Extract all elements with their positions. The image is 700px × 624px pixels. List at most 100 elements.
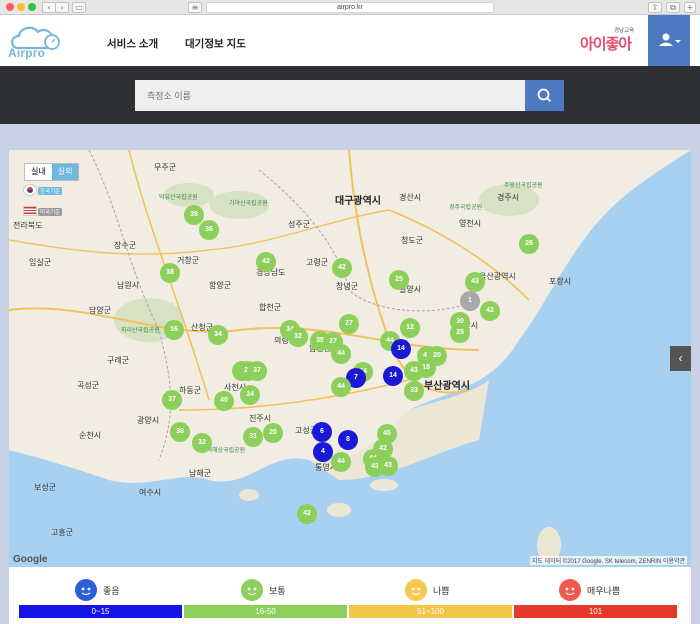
reader-icon[interactable]: ≡ xyxy=(188,2,202,13)
station-marker[interactable]: 42 xyxy=(332,258,352,278)
good-face-icon xyxy=(75,579,97,601)
station-marker[interactable]: 37 xyxy=(247,361,267,381)
search-band xyxy=(0,66,700,124)
station-marker[interactable]: 20 xyxy=(263,423,283,443)
city-label: 경주시 xyxy=(497,193,520,202)
map-attribution[interactable]: 지도 데이터 ©2017 Google, SK telecom, ZENRIN … xyxy=(529,556,687,565)
tab-outdoor[interactable]: 실외 xyxy=(51,164,79,180)
air-quality-map[interactable]: 대구광역시 부산광역시 울산광역시 경상남도 전라북도 창녕군 경산시 경주시 청도군 밀양시 무주… xyxy=(9,150,691,567)
tab-indoor[interactable]: 실내 xyxy=(25,164,52,180)
station-marker[interactable]: 38 xyxy=(170,422,190,442)
station-marker[interactable]: 25 xyxy=(389,270,409,290)
legend-label: 보통 xyxy=(269,586,286,596)
city-label: 고령군 xyxy=(306,258,329,267)
station-marker[interactable]: 42 xyxy=(480,301,500,321)
city-label: 광양시 xyxy=(137,416,160,425)
city-label: 담양군 xyxy=(89,306,112,315)
station-marker[interactable]: 32 xyxy=(192,433,212,453)
legend-very-bad: 매우나쁨 xyxy=(559,579,700,601)
station-marker[interactable]: 6 xyxy=(312,422,332,442)
city-label: 순천시 xyxy=(79,431,102,440)
city-label: 포항시 xyxy=(549,277,572,286)
city-label: 전라북도 xyxy=(13,221,43,230)
station-marker[interactable]: 16 xyxy=(164,320,184,340)
bad-face-icon xyxy=(405,579,427,601)
legend-label: 좋음 xyxy=(103,586,120,596)
legend-label: 나쁨 xyxy=(433,586,450,596)
back-icon[interactable]: ‹ xyxy=(42,2,56,13)
city-label: 진주시 xyxy=(249,414,272,423)
station-marker[interactable]: 44 xyxy=(331,377,351,397)
station-marker[interactable]: 44 xyxy=(331,344,351,364)
range-bar-good: 0~15 xyxy=(19,605,182,618)
station-marker[interactable]: 43 xyxy=(378,456,398,476)
station-marker[interactable]: 33 xyxy=(404,381,424,401)
range-bar-bad: 51~100 xyxy=(349,605,512,618)
station-marker[interactable]: 37 xyxy=(162,390,182,410)
close-window-icon[interactable] xyxy=(6,3,14,11)
city-label: 경산시 xyxy=(399,193,422,202)
sidebar-icon[interactable]: ▭ xyxy=(72,2,86,13)
city-label: 부산광역시 xyxy=(424,381,470,392)
user-menu-button[interactable] xyxy=(648,15,690,66)
legend-good: 좋음 xyxy=(75,579,235,601)
usa-standard-badge[interactable]: 미국기준 xyxy=(38,208,63,216)
station-marker[interactable]: 26 xyxy=(519,234,539,254)
korea-standard-badge[interactable]: 한국기준 xyxy=(38,187,63,195)
indoor-outdoor-toggle: 실내 실외 xyxy=(24,163,80,181)
share-icon[interactable]: ⇧ xyxy=(648,2,662,13)
city-label: 무주군 xyxy=(154,163,177,172)
range-bar-very-bad: 101 xyxy=(514,605,677,618)
station-marker[interactable]: 4 xyxy=(313,442,333,462)
park-label: 경주국립공원 xyxy=(449,205,483,211)
city-label: 곡성군 xyxy=(77,381,100,390)
zoom-window-icon[interactable] xyxy=(28,3,36,11)
city-label: 합천군 xyxy=(259,303,282,312)
google-logo[interactable]: Google xyxy=(13,554,47,565)
station-marker[interactable]: 12 xyxy=(400,318,420,338)
korea-flag-icon[interactable] xyxy=(23,184,37,196)
station-marker[interactable]: 43 xyxy=(465,272,485,292)
park-label: 덕유산국립공원 xyxy=(159,195,198,201)
new-tab-icon[interactable]: + xyxy=(684,2,696,13)
city-label: 고흥군 xyxy=(51,528,74,537)
city-label: 남해군 xyxy=(189,469,212,478)
station-marker[interactable]: 42 xyxy=(256,252,276,272)
nav-service-intro[interactable]: 서비스 소개 xyxy=(107,36,158,51)
station-marker[interactable]: 31 xyxy=(243,427,263,447)
city-label: 영천시 xyxy=(459,219,482,228)
station-marker[interactable]: 43 xyxy=(404,361,424,381)
city-label: 구례군 xyxy=(107,356,130,365)
station-marker[interactable]: 1 xyxy=(460,291,480,311)
station-marker[interactable]: 14 xyxy=(391,339,411,359)
usa-flag-icon[interactable] xyxy=(23,206,37,216)
city-label: 함양군 xyxy=(209,281,232,290)
tabs-icon[interactable]: ⧉ xyxy=(666,2,680,13)
station-marker[interactable]: 27 xyxy=(339,314,359,334)
station-marker[interactable]: 34 xyxy=(208,325,228,345)
city-label: 여수시 xyxy=(139,488,162,497)
minimize-window-icon[interactable] xyxy=(17,3,25,11)
station-marker[interactable]: 42 xyxy=(297,504,317,524)
city-label: 성주군 xyxy=(288,220,311,229)
station-marker[interactable]: 36 xyxy=(199,220,219,240)
station-marker[interactable]: 8 xyxy=(338,430,358,450)
station-search-input[interactable] xyxy=(135,80,525,111)
search-button[interactable] xyxy=(525,80,564,111)
station-marker[interactable]: 32 xyxy=(288,327,308,347)
side-panel-toggle[interactable]: ‹ xyxy=(670,346,691,371)
legend-label: 매우나쁨 xyxy=(587,586,621,596)
station-marker[interactable]: 38 xyxy=(160,263,180,283)
station-marker[interactable]: 44 xyxy=(331,452,351,472)
url-bar[interactable]: airpro.kr xyxy=(206,2,494,13)
station-marker[interactable]: 14 xyxy=(383,366,403,386)
station-marker[interactable]: 34 xyxy=(240,385,260,405)
search-icon xyxy=(537,88,552,103)
brand-logo[interactable]: 아이좋아 xyxy=(580,33,632,54)
forward-icon[interactable]: › xyxy=(55,2,69,13)
station-marker[interactable]: 40 xyxy=(214,391,234,411)
city-label: 장수군 xyxy=(114,241,137,250)
city-label: 보성군 xyxy=(34,483,57,492)
station-marker[interactable]: 25 xyxy=(450,323,470,343)
nav-air-map[interactable]: 대기정보 지도 xyxy=(185,36,246,51)
